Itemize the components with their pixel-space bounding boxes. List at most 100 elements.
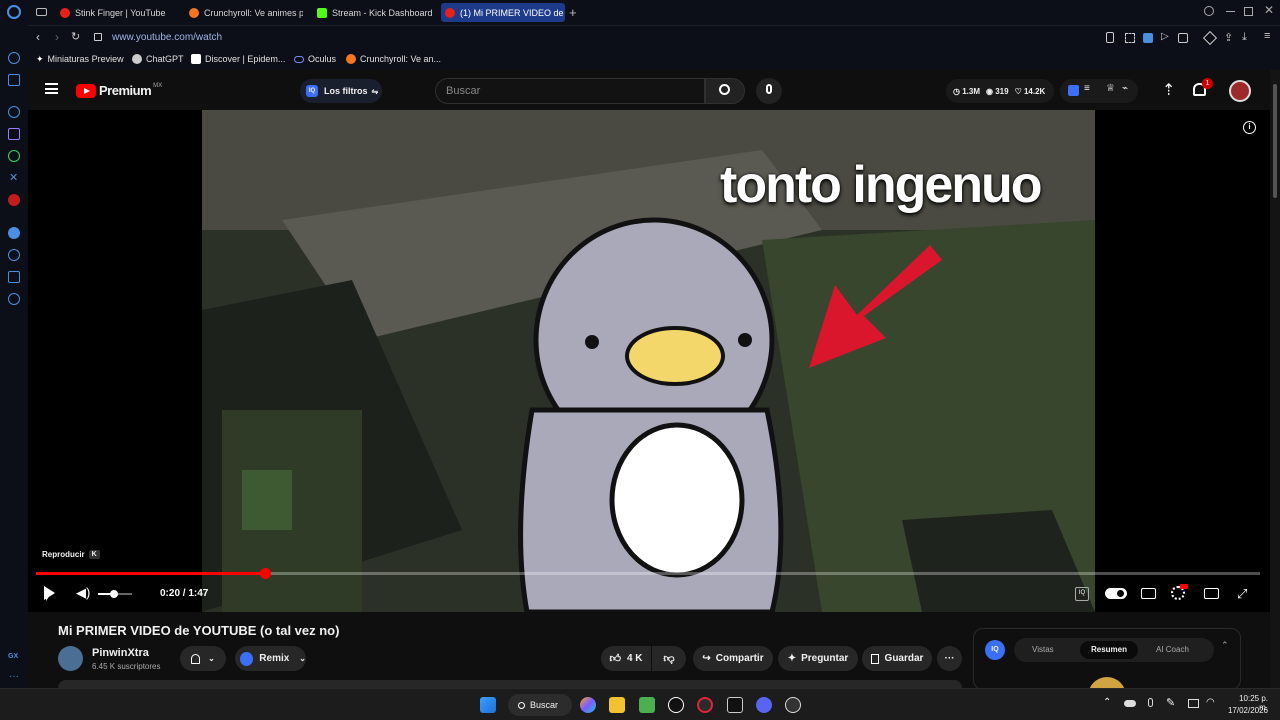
youtube-sidebar-icon[interactable]	[8, 194, 20, 206]
close-window-button[interactable]: ✕	[1264, 3, 1274, 17]
cloud-icon[interactable]	[1124, 700, 1136, 707]
voice-search-button[interactable]	[756, 78, 782, 104]
play-icon[interactable]: ▷	[1161, 31, 1169, 42]
youtube-logo[interactable]: Premium MX	[76, 83, 162, 98]
volume-icon[interactable]: ◀)	[76, 585, 90, 601]
subscribed-bell-button[interactable]: ⌄	[180, 646, 226, 671]
kick-icon	[317, 7, 327, 18]
tray-chevron-up-icon[interactable]: ⌃	[1103, 697, 1111, 708]
dislike-button[interactable]: 👎︎	[652, 646, 686, 671]
iq-player-icon[interactable]: IQ	[1075, 587, 1089, 601]
autoplay-toggle[interactable]	[1105, 588, 1127, 599]
tab-resumen[interactable]: Resumen	[1080, 641, 1138, 659]
opera-gx-logo-icon[interactable]	[7, 5, 21, 19]
opera-gx-icon[interactable]	[697, 697, 713, 713]
bookmark-crunchyroll[interactable]: Crunchyroll: Ve an...	[346, 54, 441, 64]
video-frame[interactable]: tonto ingenuo	[202, 110, 1095, 612]
page-scrollbar[interactable]	[1270, 70, 1280, 688]
bookmark-miniaturas[interactable]: ✦ Miniaturas Preview	[36, 54, 124, 64]
tab-crunchyroll[interactable]: Crunchyroll: Ve animes pc	[185, 3, 303, 22]
progress-bar[interactable]	[36, 568, 1260, 579]
star-icon: ✦	[36, 54, 44, 64]
fullscreen-icon[interactable]: ⤢	[1237, 586, 1247, 602]
ask-button[interactable]: ✦ Preguntar	[778, 646, 858, 671]
upload-icon[interactable]: ⇡	[1162, 80, 1175, 100]
extensions-icon[interactable]	[1202, 30, 1218, 46]
wallet-icon[interactable]	[1178, 33, 1188, 43]
url-field[interactable]: www.youtube.com/watch	[112, 32, 222, 43]
file-explorer-icon[interactable]	[609, 697, 625, 713]
tab-stink-finger[interactable]: Stink Finger | YouTube	[56, 3, 174, 22]
bell-icon	[191, 653, 201, 664]
gx-icon[interactable]: GX	[8, 653, 18, 660]
twitch-icon[interactable]	[8, 128, 20, 140]
copilot-icon[interactable]	[580, 697, 596, 713]
hamburger-menu-icon[interactable]	[45, 83, 58, 94]
adblock-icon[interactable]	[1143, 33, 1153, 43]
progress-scrubber[interactable]	[259, 568, 271, 579]
save-button[interactable]: Guardar	[862, 646, 932, 671]
video-player[interactable]: tonto ingenuo i Reproducir K ◀) 0:20 / 1…	[28, 110, 1270, 612]
back-button[interactable]: ‹	[36, 30, 40, 44]
microphone-icon[interactable]	[1148, 698, 1153, 707]
snapshot-icon[interactable]	[1125, 33, 1135, 43]
tab-youtube-video[interactable]: (1) Mi PRIMER VIDEO de Y	[441, 3, 565, 22]
tiktok-icon[interactable]	[668, 697, 684, 713]
forward-button[interactable]: ›	[55, 30, 59, 44]
history-icon[interactable]	[8, 249, 20, 261]
taskbar-date[interactable]: 17/02/2026	[1226, 706, 1268, 715]
channel-avatar[interactable]	[58, 646, 83, 671]
tab-vistas[interactable]: Vistas	[1032, 645, 1054, 654]
channel-name[interactable]: PinwinXtra	[92, 647, 149, 659]
like-button[interactable]: 👍︎ 4 K	[601, 646, 651, 671]
discord-icon[interactable]	[756, 697, 772, 713]
bookmark-discover[interactable]: Discover | Epidem...	[191, 54, 285, 64]
download-icon[interactable]: ⤓	[1242, 31, 1247, 44]
taskbar-search[interactable]: Buscar	[508, 694, 572, 716]
menu-icon[interactable]: ≡	[1264, 30, 1270, 42]
tab-ai-coach[interactable]: AI Coach	[1156, 645, 1189, 654]
speed-dial-icon[interactable]	[8, 52, 20, 64]
share-icon[interactable]: ⇪	[1224, 31, 1233, 44]
display-icon[interactable]	[1188, 699, 1199, 708]
settings-sidebar-icon[interactable]	[8, 106, 20, 118]
more-actions-button[interactable]: ···	[937, 646, 962, 671]
new-tab-button[interactable]: +	[569, 5, 577, 20]
reload-button[interactable]: ↻	[71, 30, 80, 43]
channel-stats-widget[interactable]: ◷ 1.3M ◉ 319 ♡ 14.2K	[946, 79, 1054, 103]
bookmark-chatgpt[interactable]: ChatGPT	[132, 54, 184, 64]
pin-icon[interactable]	[1106, 32, 1114, 43]
capcut-icon[interactable]	[727, 697, 743, 713]
tab-workspace-icon[interactable]	[36, 8, 47, 16]
tab-kick[interactable]: Stream - Kick Dashboard	[313, 3, 433, 22]
minecraft-icon[interactable]	[639, 697, 655, 713]
volume-slider[interactable]	[98, 590, 132, 598]
miniplayer-icon[interactable]	[1204, 588, 1219, 599]
remix-button[interactable]: Remix ⌄	[235, 646, 306, 671]
minimize-button[interactable]	[1226, 11, 1235, 12]
search-button[interactable]	[705, 78, 745, 104]
wifi-icon[interactable]: ◠	[1206, 697, 1215, 708]
extension-tools[interactable]: ≡ ♕ ⌁	[1060, 79, 1138, 103]
whatsapp-icon[interactable]	[8, 150, 20, 162]
pen-icon[interactable]: ✎	[1166, 696, 1175, 709]
info-icon[interactable]: i	[1243, 121, 1256, 134]
search-tabs-icon[interactable]	[1204, 6, 1214, 16]
settings-icon[interactable]	[8, 293, 20, 305]
oculus-icon	[294, 55, 304, 63]
extensions-sidebar-icon[interactable]	[8, 271, 20, 283]
avatar[interactable]	[1229, 80, 1251, 102]
search-input[interactable]: Buscar	[435, 78, 705, 104]
filters-button[interactable]: IQ Los filtros ⇋	[300, 79, 382, 103]
maximize-button[interactable]	[1244, 7, 1253, 16]
subtitles-icon[interactable]	[1141, 588, 1156, 599]
more-sidebar-icon[interactable]: ···	[9, 671, 19, 682]
bookmark-oculus[interactable]: Oculus	[294, 54, 336, 64]
x-twitter-icon[interactable]: ✕	[9, 171, 18, 184]
news-icon[interactable]	[8, 74, 20, 86]
music-icon[interactable]	[8, 227, 20, 239]
windows-start-icon[interactable]	[480, 697, 496, 713]
share-button[interactable]: ↪ Compartir	[693, 646, 773, 671]
chevron-up-icon[interactable]: ⌃	[1221, 640, 1229, 651]
obs-icon[interactable]	[785, 697, 801, 713]
